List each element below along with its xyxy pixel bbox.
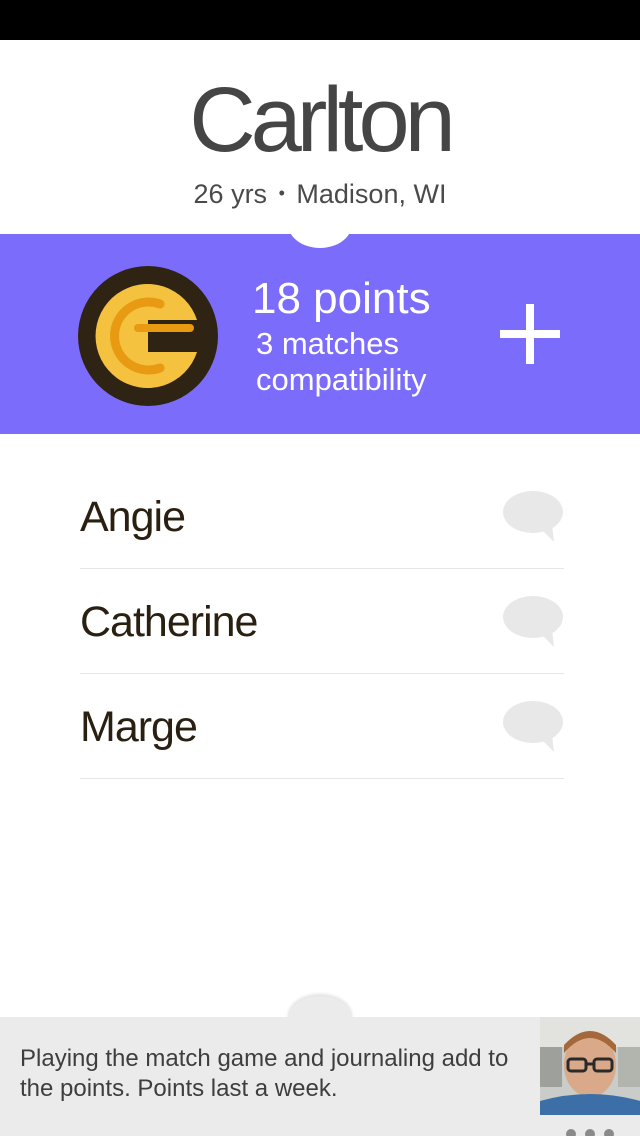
dot xyxy=(604,1129,614,1136)
tip-text: Playing the match game and journaling ad… xyxy=(20,1045,509,1102)
points-label: 18 points xyxy=(252,274,431,323)
match-name: Angie xyxy=(80,493,186,541)
coin-logo-icon xyxy=(78,266,218,406)
profile-age: 26 yrs xyxy=(193,179,268,209)
status-bar xyxy=(0,0,640,40)
match-item-angie[interactable]: Angie xyxy=(80,464,564,569)
chat-bubble-icon[interactable] xyxy=(502,595,564,649)
profile-meta: 26 yrs • Madison, WI xyxy=(0,176,640,211)
plus-icon-vertical xyxy=(526,304,534,364)
score-panel: 18 points 3 matches compatibility xyxy=(0,234,640,434)
chat-bubble-icon[interactable] xyxy=(502,700,564,754)
match-list: Angie Catherine Marge xyxy=(80,464,564,779)
matches-count-label: 3 matches xyxy=(256,326,400,361)
match-item-marge[interactable]: Marge xyxy=(80,674,564,779)
avatar-photo xyxy=(540,1017,640,1115)
tip-notch-cover xyxy=(280,1017,360,1047)
match-item-catherine[interactable]: Catherine xyxy=(80,569,564,674)
panel-notch xyxy=(288,234,352,248)
meta-separator: • xyxy=(278,183,285,203)
match-name: Marge xyxy=(80,703,198,751)
more-options-icon[interactable] xyxy=(560,1126,620,1136)
dot xyxy=(585,1129,595,1136)
add-points-button[interactable] xyxy=(496,300,564,368)
chat-bubble-icon[interactable] xyxy=(502,490,564,544)
avatar[interactable] xyxy=(540,1017,640,1115)
match-name: Catherine xyxy=(80,598,258,646)
profile-location: Madison, WI xyxy=(296,179,447,209)
dot xyxy=(566,1129,576,1136)
profile-name: Carlton xyxy=(189,69,456,171)
profile-header: Carlton 26 yrs • Madison, WI xyxy=(0,40,640,234)
compatibility-label: compatibility xyxy=(256,362,427,397)
